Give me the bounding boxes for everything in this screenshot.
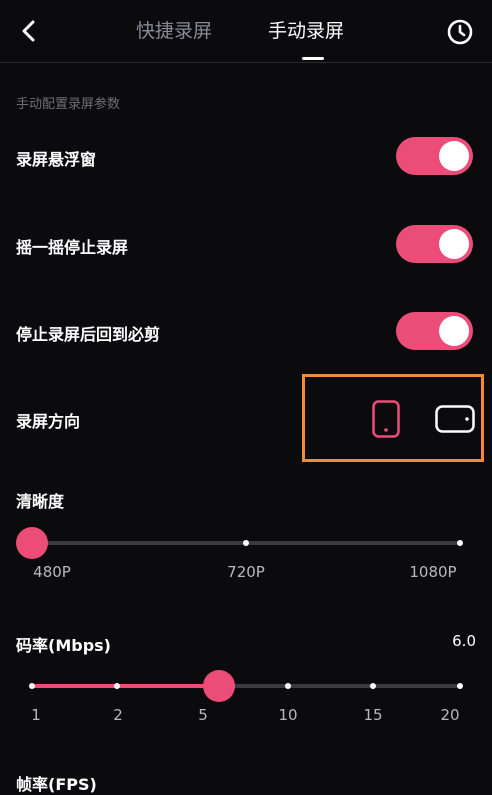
bitrate-slider-thumb[interactable] (203, 670, 235, 702)
fps-label: 帧率(FPS) (16, 775, 97, 794)
resolution-label: 清晰度 (16, 492, 65, 511)
bitrate-label: 码率(Mbps) (16, 636, 111, 655)
landscape-orientation-button[interactable] (435, 405, 475, 433)
tab-manual-record[interactable]: 手动录屏 (268, 18, 344, 44)
shake-to-stop-toggle[interactable] (396, 225, 473, 263)
bitrate-value: 6.0 (452, 632, 476, 650)
resolution-tick-label: 720P (227, 563, 265, 581)
bitrate-tick-label: 2 (113, 706, 123, 724)
bitrate-tick-label: 1 (31, 706, 41, 724)
shake-to-stop-label: 摇一摇停止录屏 (16, 238, 129, 257)
toggle-knob (439, 141, 469, 171)
section-hint: 手动配置录屏参数 (16, 97, 121, 112)
return-after-stop-toggle[interactable] (396, 312, 473, 350)
clock-icon (447, 19, 473, 45)
resolution-tick (243, 540, 249, 546)
resolution-tick-label: 480P (33, 563, 71, 581)
return-after-stop-label: 停止录屏后回到必剪 (16, 325, 161, 344)
bitrate-tick (370, 683, 376, 689)
history-button[interactable] (446, 18, 474, 46)
floating-window-toggle[interactable] (396, 137, 473, 175)
bitrate-tick (114, 683, 120, 689)
tab-quick-record[interactable]: 快捷录屏 (136, 18, 212, 44)
landscape-phone-icon (435, 405, 475, 433)
resolution-tick (457, 540, 463, 546)
bitrate-tick (285, 683, 291, 689)
toggle-knob (439, 229, 469, 259)
bitrate-tick (457, 683, 463, 689)
bitrate-tick (29, 683, 35, 689)
portrait-phone-icon (372, 400, 400, 438)
bitrate-slider-fill (32, 684, 218, 688)
floating-window-label: 录屏悬浮窗 (16, 150, 97, 169)
bitrate-tick-label: 10 (278, 706, 298, 724)
bitrate-tick-label: 15 (363, 706, 383, 724)
resolution-tick-label: 1080P (409, 563, 457, 581)
portrait-orientation-button[interactable] (372, 400, 400, 438)
back-button[interactable] (14, 16, 44, 46)
active-tab-indicator (302, 57, 324, 60)
chevron-left-icon (22, 20, 35, 42)
bitrate-tick-label: 20 (440, 706, 460, 724)
bitrate-tick-label: 5 (198, 706, 208, 724)
orientation-label: 录屏方向 (16, 412, 81, 431)
resolution-slider-thumb[interactable] (16, 527, 48, 559)
top-bar: 快捷录屏 手动录屏 (0, 0, 492, 63)
toggle-knob (439, 316, 469, 346)
